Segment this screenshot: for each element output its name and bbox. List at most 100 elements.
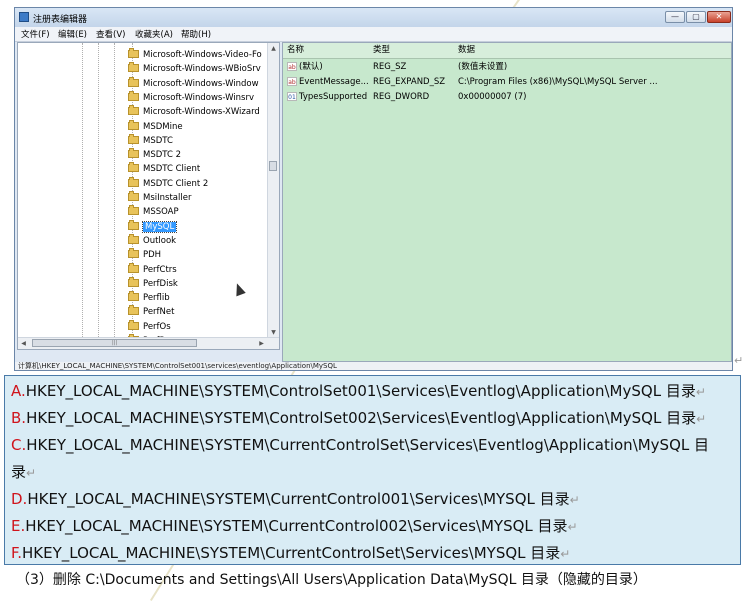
option-letter: A. [11,382,26,400]
value-row[interactable]: 01 TypesSupported REG_DWORD 0x00000007 (7) [283,90,731,104]
scroll-up-arrow-icon[interactable]: ▲ [268,43,279,54]
folder-icon [128,205,139,216]
menu-file[interactable]: 文件(F) [21,28,50,40]
tree-item-label: Perflib [143,293,170,304]
minimize-button[interactable]: — [665,11,685,23]
paragraph-mark-icon: ↵ [569,493,580,507]
tree-item[interactable]: MSDTC Client [128,162,200,176]
option-text: HKEY_LOCAL_MACHINE\SYSTEM\ControlSet002\… [26,409,697,427]
menu-help[interactable]: 帮助(H) [181,28,211,40]
answer-option: 录↵ [11,462,36,483]
folder-icon [128,162,139,173]
value-name: EventMessage... [299,77,369,87]
tree-item[interactable]: Microsoft-Windows-WBioSrv [128,62,261,76]
values-pane: 名称 类型 数据 ab (默认) REG_SZ (数值未设置) ab EventMessa… [282,42,732,362]
tree-item-label: PerfOs [143,321,171,332]
value-type: REG_SZ [373,62,407,72]
value-name-cell: ab (默认) [287,60,323,74]
tree-item[interactable]: PerfDisk [128,276,178,291]
tree-item[interactable]: PerfCtrs [128,262,177,277]
tree-item[interactable]: MsiInstaller [128,191,191,205]
value-type: REG_DWORD [373,92,430,102]
folder-icon [128,48,139,58]
status-bar-path: 计算机\HKEY_LOCAL_MACHINE\SYSTEM\ControlSet… [15,362,732,370]
tree-item[interactable]: Outlook [128,233,176,248]
tree-item[interactable]: Microsoft-Windows-Winsrv [128,90,254,105]
tree-horizontal-scrollbar[interactable]: ◀ ||| ▶ [18,337,279,349]
tree-item[interactable]: Microsoft-Windows-Window [128,76,259,91]
value-name-cell: ab EventMessage... [287,75,369,89]
scroll-thumb[interactable] [269,161,277,171]
tree-item[interactable]: Microsoft-Windows-Video-Fo [128,48,262,62]
tree-item[interactable]: PerfOs [128,319,171,334]
window-title: 注册表编辑器 [33,15,88,25]
tree-item[interactable]: MySQL [128,219,178,234]
menu-view[interactable]: 查看(V) [96,28,125,40]
tree-item[interactable]: Perflib [128,291,170,305]
tree-item[interactable]: Microsoft-Windows-XWizard [128,105,260,119]
scroll-left-arrow-icon[interactable]: ◀ [18,338,29,349]
folder-icon [128,62,139,73]
value-name: TypesSupported [299,92,368,102]
tree-item-label: Microsoft-Windows-Window [143,78,259,89]
value-name: (默认) [299,62,323,72]
tree-item[interactable]: MSDMine [128,119,183,134]
tree-item[interactable]: PerfNet [128,305,174,319]
answer-option: E.HKEY_LOCAL_MACHINE\SYSTEM\CurrentContr… [11,516,578,537]
paragraph-mark-icon: ↵ [696,412,707,426]
values-header: 名称 类型 数据 [283,43,731,59]
tree-item[interactable]: MSDTC [128,133,173,148]
tree-item-label: MSDTC Client [143,164,201,175]
option-letter: B. [11,409,27,427]
column-header-data[interactable]: 数据 [458,43,475,58]
menu-edit[interactable]: 编辑(E) [58,28,87,40]
folder-icon [128,233,139,244]
option-text: HKEY_LOCAL_MACHINE\SYSTEM\CurrentControl… [26,436,710,454]
tree-item-label: MSDTC 2 [143,150,182,161]
maximize-button[interactable]: ▢ [686,11,706,23]
answer-option: D.HKEY_LOCAL_MACHINE\SYSTEM\CurrentContr… [11,489,580,510]
value-type: REG_EXPAND_SZ [373,77,446,87]
tree-item[interactable]: MSDTC 2 [128,148,181,162]
mouse-cursor-icon [232,281,246,297]
tree-vertical-scrollbar[interactable]: ▲ ▼ [267,43,279,349]
tree-guide-line [82,43,83,349]
paragraph-mark-icon: ↵ [26,466,37,480]
answer-option: B.HKEY_LOCAL_MACHINE\SYSTEM\ControlSet00… [11,408,706,429]
option-letter: D. [11,490,28,508]
tree-item-label: MSSOAP [143,207,179,218]
tree-item-label: PerfNet [143,307,175,318]
value-row[interactable]: ab (默认) REG_SZ (数值未设置) [283,60,731,74]
folder-icon [128,248,139,259]
folder-icon [128,219,139,230]
tree-item-label: PerfDisk [143,278,178,289]
tree-item-label: Microsoft-Windows-Winsrv [143,92,254,103]
paragraph-mark-icon: ↵ [695,385,706,399]
value-data: (数值未设置) [458,62,508,72]
answer-options-box: A.HKEY_LOCAL_MACHINE\SYSTEM\ControlSet00… [4,375,741,565]
tree-item-label: Microsoft-Windows-XWizard [143,107,260,118]
option-letter: E. [11,517,26,535]
option-text: HKEY_LOCAL_MACHINE\SYSTEM\CurrentControl… [22,544,561,562]
title-bar: 注册表编辑器 — ▢ ✕ [15,8,732,27]
tree-item-label: PerfCtrs [143,264,177,275]
menu-bar: 文件(F) 编辑(E) 查看(V) 收藏夹(A) 帮助(H) [15,27,732,42]
folder-icon [128,148,139,159]
tree-item[interactable]: PDH [128,248,161,262]
tree-item-label: Microsoft-Windows-Video-Fo [143,50,262,60]
tree-item-label: PDH [143,250,162,261]
registry-editor-window: 注册表编辑器 — ▢ ✕ 文件(F) 编辑(E) 查看(V) 收藏夹(A) 帮助… [14,7,733,371]
close-button[interactable]: ✕ [707,11,731,23]
value-row[interactable]: ab EventMessage... REG_EXPAND_SZ C:\Program… [283,75,731,89]
menu-favorites[interactable]: 收藏夹(A) [135,28,173,40]
scroll-thumb[interactable]: ||| [32,339,197,347]
column-header-name[interactable]: 名称 [287,43,304,58]
answer-option: A.HKEY_LOCAL_MACHINE\SYSTEM\ControlSet00… [11,381,706,402]
folder-icon [128,319,139,330]
folder-icon [128,90,139,101]
folder-icon [128,119,139,130]
tree-item[interactable]: MSSOAP [128,205,179,219]
scroll-right-arrow-icon[interactable]: ▶ [256,338,267,349]
tree-item[interactable]: MSDTC Client 2 [128,176,208,191]
column-header-type[interactable]: 类型 [373,43,390,58]
